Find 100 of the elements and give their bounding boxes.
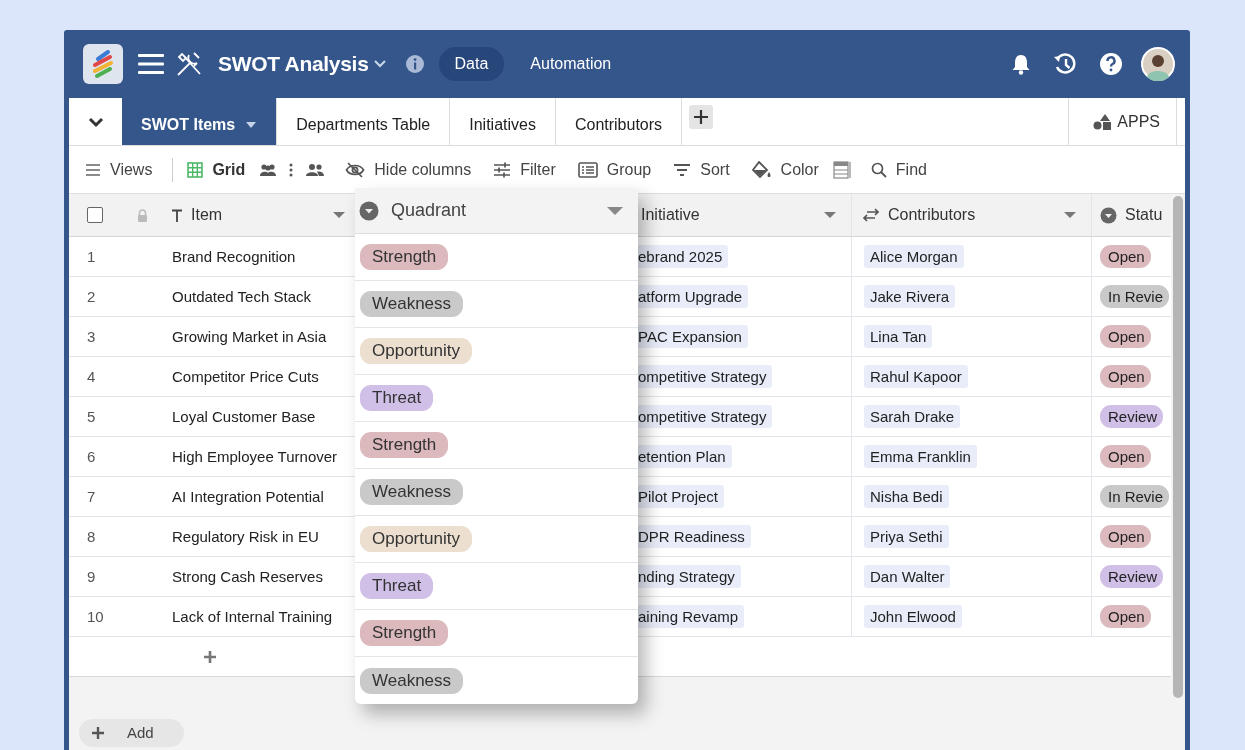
dragged-column[interactable]: Quadrant Strength Weakness Opportunity Threat Strength Weakness Opportunity Threat Strength Weakness: [355, 188, 638, 704]
people-icon[interactable]: [259, 162, 278, 177]
caret-icon[interactable]: [823, 211, 837, 219]
initiative-chip[interactable]: atform Upgrade: [638, 285, 749, 308]
table-cell-text: Loyal Customer Base: [171, 408, 316, 425]
initiative-chip[interactable]: aining Revamp: [638, 605, 745, 628]
contributor-chip[interactable]: Rahul Kapoor: [864, 365, 968, 388]
quadrant-tag: Weakness: [360, 291, 464, 317]
contributor-chip[interactable]: Jake Rivera: [864, 285, 956, 308]
single-select-icon: [1100, 206, 1117, 224]
status-tag: Open: [1100, 365, 1151, 388]
status-tag: Open: [1100, 445, 1151, 468]
help-icon[interactable]: [1099, 52, 1123, 76]
paint-bucket-icon: [751, 160, 772, 179]
column-header[interactable]: Item: [191, 206, 324, 224]
column-header[interactable]: Initiative: [641, 206, 815, 224]
apps-button[interactable]: APPS: [1068, 98, 1177, 145]
search-icon: [870, 161, 887, 178]
info-icon[interactable]: [404, 54, 425, 74]
status-tag: Open: [1100, 525, 1151, 548]
caret-icon[interactable]: [1063, 211, 1077, 219]
link-arrows-icon: [862, 208, 880, 222]
contributor-chip[interactable]: Sarah Drake: [864, 405, 961, 428]
scrollbar[interactable]: [1173, 196, 1183, 698]
add-row-icon[interactable]: [203, 649, 217, 664]
views-button[interactable]: Views: [85, 160, 153, 179]
contributor-chip[interactable]: Priya Sethi: [864, 525, 949, 548]
status-tag: In Revie: [1100, 485, 1170, 508]
row-number: 4: [87, 368, 96, 385]
status-tag: Review: [1100, 565, 1164, 588]
initiative-chip[interactable]: ompetitive Strategy: [638, 405, 773, 428]
contributor-chip[interactable]: Dan Walter: [864, 565, 951, 588]
initiative-chip[interactable]: nding Strategy: [638, 565, 741, 588]
initiative-chip[interactable]: ebrand 2025: [638, 245, 729, 268]
row-height-icon[interactable]: [832, 160, 851, 179]
select-all-checkbox[interactable]: [87, 207, 103, 223]
contributor-chip[interactable]: Alice Morgan: [864, 245, 964, 268]
sort-button[interactable]: Sort: [673, 160, 730, 179]
chevron-down-icon: [87, 115, 104, 128]
row-number: 8: [87, 528, 96, 545]
contributor-chip[interactable]: Emma Franklin: [864, 445, 977, 468]
column-header[interactable]: Contributors: [888, 206, 1055, 224]
chevron-down-icon[interactable]: [372, 59, 387, 69]
base-title[interactable]: SWOT Analysis: [218, 52, 369, 76]
lock-icon: [137, 208, 148, 222]
menu-icon[interactable]: [138, 53, 164, 75]
user-avatar[interactable]: [1141, 47, 1175, 81]
contributor-chip[interactable]: Lina Tan: [864, 325, 933, 348]
menu-icon: [85, 162, 101, 177]
table-cell-text: Competitor Price Cuts: [171, 368, 319, 385]
people-icon[interactable]: [305, 162, 326, 177]
add-button[interactable]: Add: [79, 719, 184, 747]
quadrant-tag: Opportunity: [360, 338, 472, 364]
nav-tab[interactable]: Data: [438, 47, 505, 81]
caret-icon: [606, 205, 624, 216]
quadrant-tag: Strength: [360, 432, 449, 458]
history-icon[interactable]: [1053, 53, 1077, 75]
more-icon[interactable]: [289, 162, 294, 177]
color-button[interactable]: Color: [751, 160, 819, 179]
caret-icon[interactable]: [332, 211, 346, 219]
group-button[interactable]: Group: [577, 160, 652, 179]
contributor-chip[interactable]: John Elwood: [864, 605, 962, 628]
table-cell-text: Brand Recognition: [171, 248, 296, 265]
list-icon: [577, 161, 598, 178]
app-logo-icon[interactable]: [83, 44, 123, 84]
table-cell-text: AI Integration Potential: [171, 488, 324, 505]
status-tag: Open: [1100, 325, 1151, 348]
sliders-icon: [493, 161, 512, 178]
quadrant-tag: Opportunity: [360, 526, 472, 552]
initiative-chip[interactable]: PAC Expansion: [638, 325, 748, 348]
row-number: 2: [87, 288, 96, 305]
grid-view-button[interactable]: Grid: [187, 160, 246, 179]
table-tab[interactable]: SWOT Items: [122, 98, 278, 145]
row-number: 1: [87, 248, 96, 265]
nav-tab[interactable]: Automation: [514, 47, 628, 81]
add-table-button[interactable]: [689, 105, 714, 129]
row-number: 5: [87, 408, 96, 425]
status-tag: In Revie: [1100, 285, 1170, 308]
initiative-chip[interactable]: DPR Readiness: [638, 525, 751, 548]
row-number: 3: [87, 328, 96, 345]
initiative-chip[interactable]: etention Plan: [638, 445, 732, 468]
sort-icon: [673, 162, 692, 177]
hide-columns-button[interactable]: Hide columns: [345, 160, 472, 179]
initiative-chip[interactable]: ompetitive Strategy: [638, 365, 773, 388]
status-tag: Review: [1100, 405, 1164, 428]
column-header[interactable]: Statu: [1125, 206, 1171, 224]
table-cell-text: Lack of Internal Training: [171, 608, 333, 625]
shapes-icon: [1093, 112, 1114, 131]
text-field-icon: [171, 208, 183, 222]
quadrant-tag: Threat: [360, 573, 434, 599]
table-cell-text: Regulatory Risk in EU: [171, 528, 319, 545]
notification-bell-icon[interactable]: [1011, 53, 1031, 75]
initiative-chip[interactable]: Pilot Project: [638, 485, 725, 508]
find-button[interactable]: Find: [870, 160, 927, 179]
plus-icon: [693, 109, 710, 125]
caret-icon: [245, 120, 258, 129]
row-number: 6: [87, 448, 96, 465]
filter-button[interactable]: Filter: [493, 160, 556, 179]
contributor-chip[interactable]: Nisha Bedi: [864, 485, 949, 508]
plus-icon: [91, 726, 105, 740]
